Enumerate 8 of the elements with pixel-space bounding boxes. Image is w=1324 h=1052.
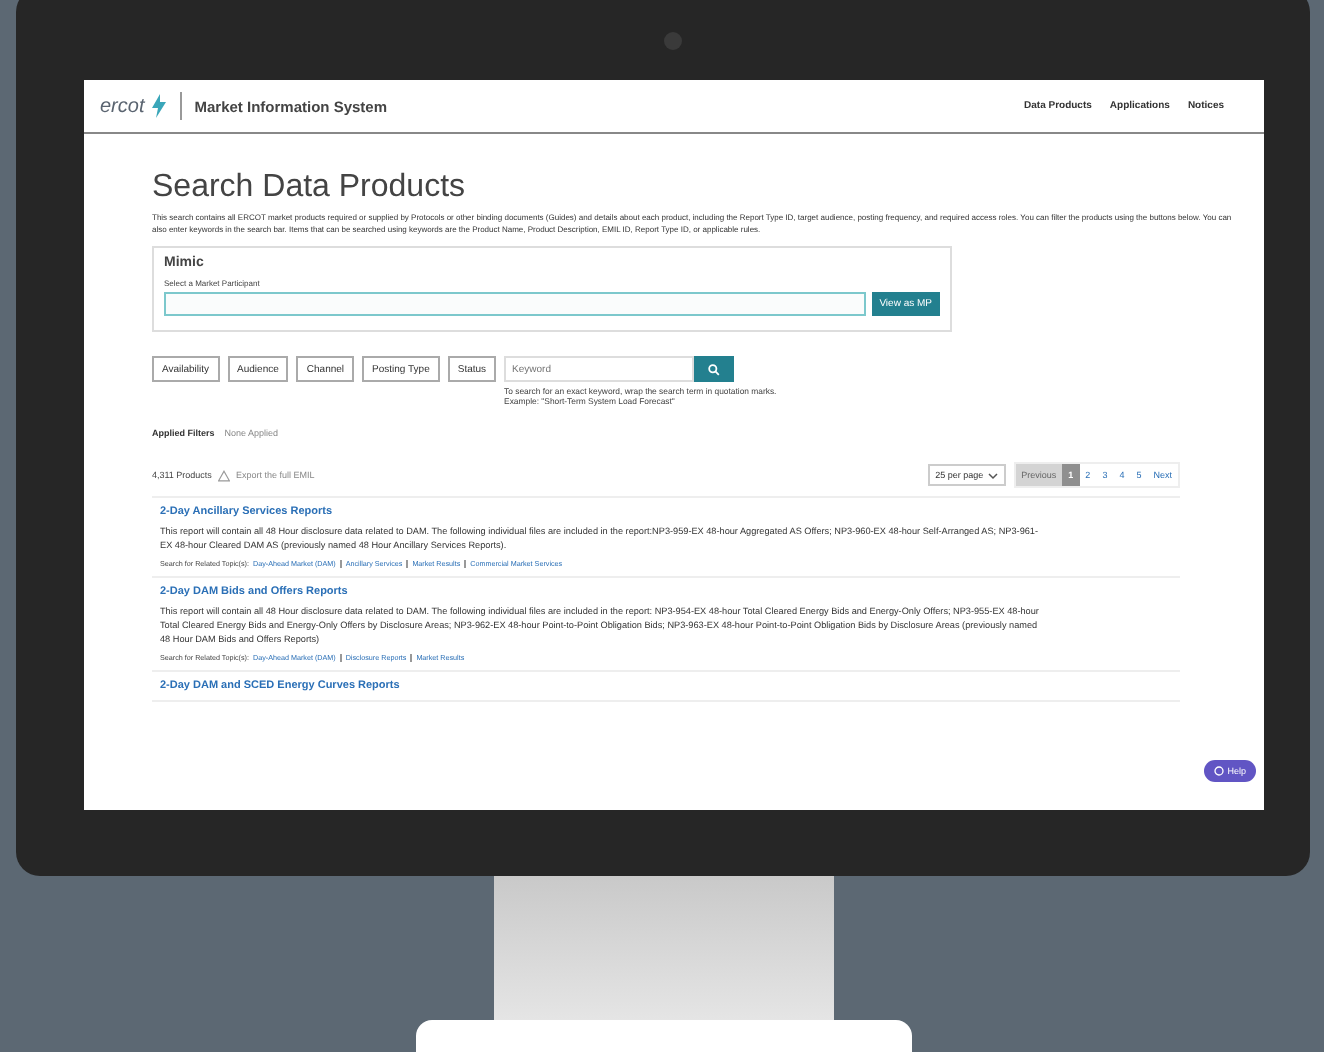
warning-triangle-icon	[217, 469, 230, 481]
search-button[interactable]	[694, 356, 735, 382]
page-title: Search Data Products	[152, 170, 468, 206]
caret-icon	[987, 471, 998, 479]
logo-text: ercot	[100, 95, 145, 117]
bolt-logo-icon	[150, 94, 169, 118]
search-icon	[708, 363, 721, 375]
participant-input[interactable]	[164, 292, 866, 316]
